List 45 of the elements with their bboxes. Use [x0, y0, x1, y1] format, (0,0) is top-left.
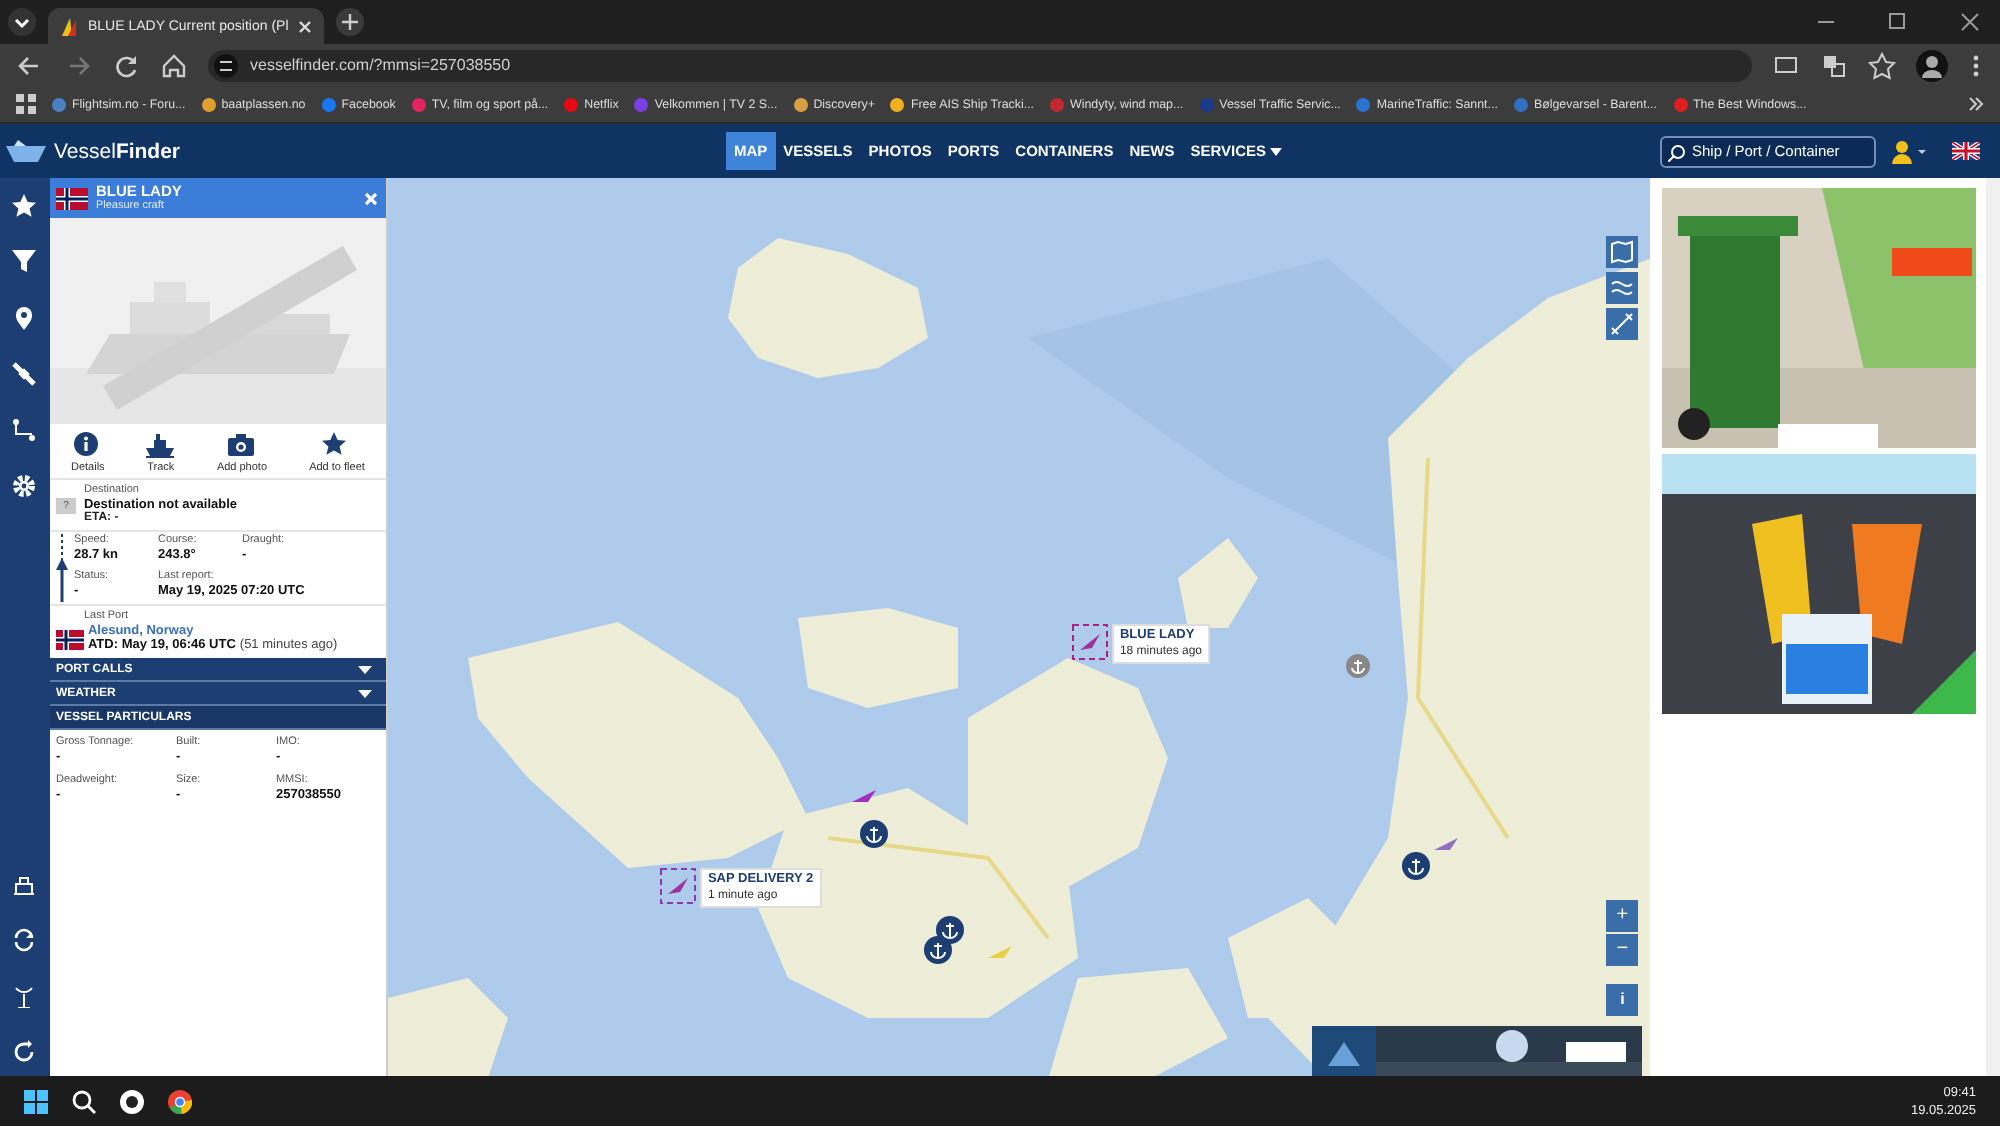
new-tab-icon[interactable] [336, 8, 365, 36]
search-icon[interactable] [72, 1089, 96, 1113]
windows-start-icon[interactable] [24, 1089, 48, 1113]
address-field[interactable]: vesselfinder.com/?mmsi=257038550 [208, 49, 1752, 81]
search-icon [1668, 143, 1686, 161]
translate-icon[interactable] [1820, 51, 1848, 79]
caret-icon [357, 665, 372, 673]
tab-list-icon[interactable] [8, 8, 36, 36]
info-icon [73, 432, 102, 458]
antenna-icon[interactable] [12, 984, 37, 1008]
back-icon[interactable] [16, 51, 44, 79]
settings-icon[interactable] [12, 474, 37, 498]
close-icon[interactable] [298, 19, 313, 33]
cast-icon[interactable] [1772, 51, 1800, 79]
uk-flag-icon[interactable] [1952, 142, 1980, 160]
logo-text[interactable]: VesselFinder [54, 139, 181, 163]
scrollbar[interactable] [1986, 178, 2000, 1076]
satellite-icon[interactable] [12, 362, 37, 386]
apps-icon[interactable] [16, 94, 36, 114]
norway-flag-icon [55, 629, 84, 649]
norway-flag-icon [55, 187, 88, 209]
app-icon[interactable] [120, 1089, 144, 1113]
favicon-icon [60, 17, 78, 35]
chrome-icon[interactable] [168, 1089, 192, 1113]
caret-icon [357, 689, 372, 697]
route-icon[interactable] [12, 418, 37, 442]
bookmark-star-icon[interactable] [1868, 51, 1896, 79]
camera-icon [227, 432, 256, 458]
filter-icon[interactable] [12, 250, 37, 274]
star-icon [322, 432, 351, 458]
location-pin-icon[interactable] [12, 306, 37, 330]
home-icon[interactable] [160, 51, 188, 79]
ship-logo-icon [6, 139, 46, 163]
menu-icon[interactable] [1968, 51, 1984, 79]
course-line-icon [55, 534, 68, 602]
refresh-icon[interactable] [12, 1040, 37, 1064]
site-info-icon[interactable] [214, 53, 238, 77]
profile-avatar-icon[interactable] [1916, 49, 1948, 81]
user-menu-icon[interactable] [1892, 139, 1928, 163]
ship-icon [146, 432, 175, 458]
reload-icon[interactable] [112, 51, 140, 79]
star-icon[interactable] [12, 194, 37, 218]
forward-icon[interactable] [64, 51, 92, 79]
more-bookmarks-icon[interactable] [1968, 96, 1984, 112]
sync-icon[interactable] [12, 928, 37, 952]
